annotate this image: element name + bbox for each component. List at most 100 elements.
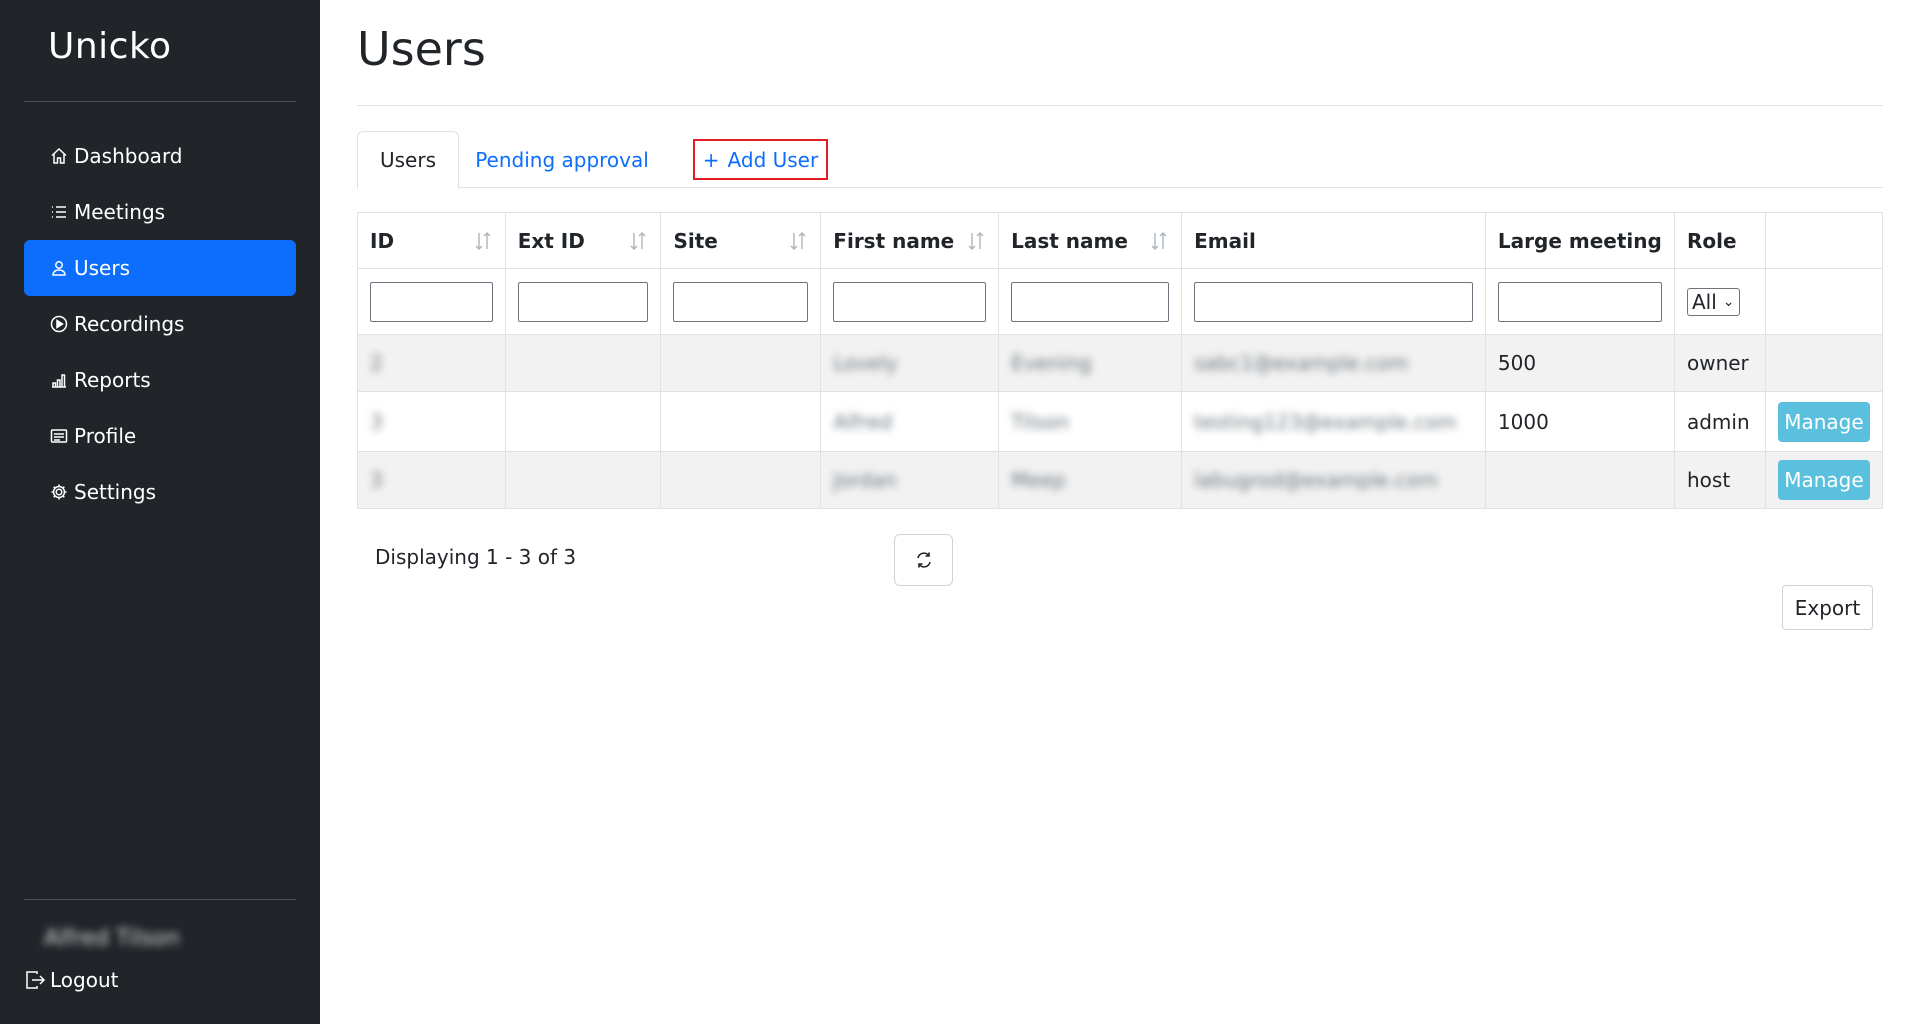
cell-first-name: Alfred	[820, 391, 1000, 452]
table-row: 2 Lovely Evening sabc1@example.com 500 o…	[357, 334, 1884, 392]
manage-button[interactable]: Manage	[1777, 401, 1870, 442]
sort-icon[interactable]	[1149, 230, 1169, 252]
tab-bar: Users Pending approval + Add User	[357, 131, 1883, 189]
sort-icon[interactable]	[966, 230, 986, 252]
cell-email: sabc1@example.com	[1181, 334, 1486, 392]
sidebar-nav: Dashboard Meetings Users Recordings Repo…	[24, 128, 296, 520]
id-filter-input[interactable]	[370, 281, 493, 322]
sort-icon[interactable]	[473, 230, 493, 252]
filter-cell: All ⌄	[1673, 268, 1766, 335]
site-filter-input[interactable]	[673, 281, 809, 322]
list-icon	[48, 201, 70, 223]
sidebar-item-label: Profile	[74, 424, 137, 448]
column-label: Site	[673, 228, 718, 253]
filter-cell	[504, 268, 662, 335]
sidebar-item-label: Recordings	[74, 312, 185, 336]
cell-site	[660, 391, 822, 452]
cell-site	[660, 334, 822, 392]
tab-users[interactable]: Users	[357, 131, 459, 189]
sidebar: Unicko Dashboard Meetings Users Recordin…	[0, 0, 320, 1024]
role-filter-value: All	[1691, 289, 1717, 314]
filter-cell	[1484, 268, 1675, 335]
card-text-icon	[48, 425, 70, 447]
play-circle-icon	[48, 313, 70, 335]
column-label: ID	[370, 228, 395, 253]
pagination-status: Displaying 1 - 3 of 3	[375, 545, 577, 569]
cell-large-meeting: 500	[1484, 334, 1675, 392]
large-meeting-filter-input[interactable]	[1497, 281, 1662, 322]
sidebar-item-users[interactable]: Users	[24, 240, 296, 296]
manage-button[interactable]: Manage	[1777, 460, 1870, 500]
title-divider	[357, 105, 1883, 106]
sort-icon[interactable]	[628, 230, 648, 252]
brand-logo[interactable]: Unicko	[48, 26, 172, 67]
cell-id: 2	[357, 334, 506, 392]
tab-pending-approval[interactable]: Pending approval	[467, 131, 657, 188]
filter-cell	[998, 268, 1183, 335]
sidebar-item-label: Meetings	[74, 200, 166, 224]
main-content: Users Users Pending approval + Add User …	[320, 0, 1920, 1024]
plus-icon: +	[702, 147, 720, 172]
refresh-button[interactable]	[894, 534, 953, 586]
table-row: 3 Alfred Tilson testing123@example.com 1…	[357, 391, 1884, 452]
column-header-last-name[interactable]: Last name	[998, 212, 1183, 269]
cell-role: host	[1673, 451, 1766, 509]
page-title: Users	[357, 22, 486, 76]
sidebar-item-reports[interactable]: Reports	[24, 352, 296, 408]
email-filter-input[interactable]	[1194, 281, 1473, 322]
sidebar-divider	[24, 101, 296, 102]
cell-last-name: Tilson	[998, 391, 1183, 452]
column-header-large-meeting: Large meeting	[1484, 212, 1675, 269]
column-label: Last name	[1011, 228, 1128, 253]
logout-link[interactable]: Logout	[24, 968, 118, 992]
role-filter-select[interactable]: All ⌄	[1686, 287, 1740, 316]
cell-site	[660, 451, 822, 509]
cell-first-name: Jordan	[820, 451, 1000, 509]
cell-role: admin	[1673, 391, 1766, 452]
sidebar-item-recordings[interactable]: Recordings	[24, 296, 296, 352]
sidebar-item-settings[interactable]: Settings	[24, 464, 296, 520]
cell-large-meeting: 1000	[1484, 391, 1675, 452]
cell-ext-id	[504, 451, 662, 509]
sidebar-item-label: Settings	[74, 480, 157, 504]
export-button[interactable]: Export	[1782, 585, 1873, 630]
cell-last-name: Meep	[998, 451, 1183, 509]
gear-icon	[48, 481, 70, 503]
sidebar-item-meetings[interactable]: Meetings	[24, 184, 296, 240]
logout-icon	[26, 971, 46, 989]
cell-email: testing123@example.com	[1181, 391, 1486, 452]
ext-id-filter-input[interactable]	[517, 281, 649, 322]
sidebar-item-profile[interactable]: Profile	[24, 408, 296, 464]
column-header-email: Email	[1181, 212, 1486, 269]
column-header-actions	[1764, 212, 1884, 269]
sidebar-item-label: Reports	[74, 368, 151, 392]
cell-large-meeting	[1484, 451, 1675, 509]
house-icon	[48, 145, 70, 167]
column-header-role: Role	[1673, 212, 1766, 269]
cell-first-name: Lovely	[820, 334, 1000, 392]
person-icon	[48, 257, 70, 279]
cell-action: Manage	[1764, 391, 1884, 452]
users-table: ID Ext ID Site First name Last name Emai…	[357, 212, 1884, 509]
last-name-filter-input[interactable]	[1011, 281, 1170, 322]
cell-ext-id	[504, 334, 662, 392]
column-header-site[interactable]: Site	[660, 212, 822, 269]
sort-icon[interactable]	[788, 230, 808, 252]
add-user-button[interactable]: + Add User	[693, 139, 828, 180]
sidebar-item-label: Dashboard	[74, 144, 183, 168]
logout-label: Logout	[50, 968, 119, 992]
column-label: First name	[833, 228, 955, 253]
bar-chart-icon	[48, 369, 70, 391]
sidebar-item-dashboard[interactable]: Dashboard	[24, 128, 296, 184]
cell-action	[1764, 334, 1884, 392]
filter-cell	[660, 268, 822, 335]
cell-action: Manage	[1764, 451, 1884, 509]
column-header-id[interactable]: ID	[357, 212, 506, 269]
column-header-ext-id[interactable]: Ext ID	[504, 212, 662, 269]
cell-email: labugrod@example.com	[1181, 451, 1486, 509]
column-header-first-name[interactable]: First name	[820, 212, 1000, 269]
filter-cell	[1181, 268, 1486, 335]
first-name-filter-input[interactable]	[833, 281, 987, 322]
filter-cell	[1764, 268, 1884, 335]
chevron-down-icon: ⌄	[1722, 293, 1735, 310]
